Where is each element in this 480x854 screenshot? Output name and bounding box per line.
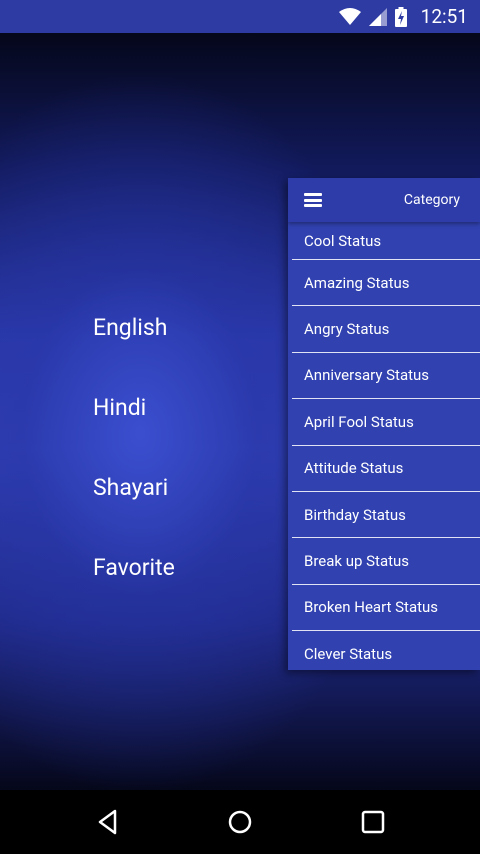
home-icon[interactable] (226, 808, 254, 836)
category-item-anniversary[interactable]: Anniversary Status (292, 353, 480, 400)
category-item-broken-heart[interactable]: Broken Heart Status (292, 585, 480, 632)
menu-item-hindi[interactable]: Hindi (93, 394, 146, 421)
category-item-amazing[interactable]: Amazing Status (292, 260, 480, 307)
cell-signal-icon (368, 7, 387, 26)
wifi-icon (338, 7, 361, 25)
category-item-clever[interactable]: Clever Status (292, 631, 480, 670)
clock: 12:51 (420, 5, 468, 28)
navigation-bar (0, 790, 480, 854)
menu-item-favorite[interactable]: Favorite (93, 554, 175, 581)
recents-icon[interactable] (359, 808, 387, 836)
category-item-break-up[interactable]: Break up Status (292, 538, 480, 585)
category-item-birthday[interactable]: Birthday Status (292, 492, 480, 539)
battery-charging-icon (394, 6, 407, 27)
category-item-angry[interactable]: Angry Status (292, 306, 480, 353)
category-list: Cool Status Amazing Status Angry Status … (288, 222, 480, 670)
menu-item-shayari[interactable]: Shayari (93, 474, 168, 501)
category-item-attitude[interactable]: Attitude Status (292, 446, 480, 492)
menu-item-english[interactable]: English (93, 314, 167, 341)
category-item-april-fool[interactable]: April Fool Status (292, 399, 480, 446)
status-bar: 12:51 (0, 0, 480, 33)
category-item-cool[interactable]: Cool Status (292, 222, 480, 260)
drawer-header: Category (288, 178, 480, 222)
drawer-title: Category (403, 192, 460, 208)
hamburger-menu-icon[interactable] (304, 193, 322, 207)
back-icon[interactable] (94, 808, 122, 836)
category-drawer: Category Cool Status Amazing Status Angr… (288, 178, 480, 670)
